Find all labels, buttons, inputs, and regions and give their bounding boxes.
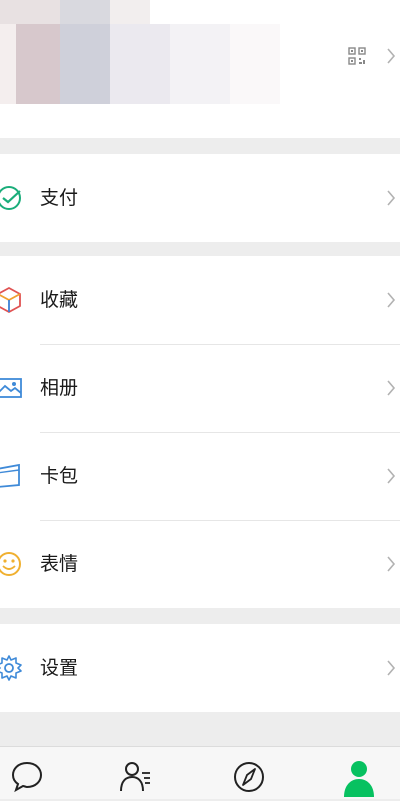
tab-discover[interactable] [232, 759, 266, 797]
menu-item-stickers[interactable]: 表情 [0, 520, 400, 608]
chevron-right-icon [387, 292, 396, 308]
chevron-right-icon [387, 468, 396, 484]
album-image-icon [0, 378, 22, 398]
chevron-right-icon [387, 48, 396, 64]
menu-item-favorites[interactable]: 收藏 [0, 256, 400, 344]
menu-item-settings[interactable]: 设置 [0, 624, 400, 712]
menu-item-pay[interactable]: 支付 [0, 154, 400, 242]
contacts-icon [120, 762, 150, 792]
profile-header[interactable] [0, 0, 400, 138]
menu-item-label: 支付 [40, 187, 79, 209]
menu-item-cards[interactable]: 卡包 [0, 432, 400, 520]
qr-code-icon[interactable] [348, 47, 366, 65]
pay-check-icon [0, 186, 21, 210]
menu-item-label: 表情 [40, 553, 79, 575]
main-items-section: 收藏 相册 卡包 表情 [0, 256, 400, 608]
gear-icon [0, 655, 22, 681]
me-person-icon [344, 761, 374, 797]
chat-bubble-icon [11, 761, 43, 793]
card-wallet-icon [0, 463, 20, 488]
smiley-icon [0, 552, 21, 576]
favorites-cube-icon [0, 286, 21, 314]
chevron-right-icon [387, 556, 396, 572]
pay-section: 支付 [0, 154, 400, 242]
menu-item-label: 设置 [40, 657, 79, 679]
menu-item-label: 收藏 [40, 289, 79, 311]
tab-me[interactable] [342, 759, 376, 797]
chevron-right-icon [387, 190, 396, 206]
tab-contacts[interactable] [118, 759, 152, 797]
settings-section: 设置 [0, 624, 400, 712]
menu-item-label: 卡包 [40, 465, 79, 487]
chevron-right-icon [387, 660, 396, 676]
bottom-tab-bar [0, 746, 400, 799]
compass-icon [234, 762, 264, 792]
menu-item-album[interactable]: 相册 [0, 344, 400, 432]
chevron-right-icon [387, 380, 396, 396]
tab-chats[interactable] [10, 759, 44, 797]
menu-item-label: 相册 [40, 377, 79, 399]
